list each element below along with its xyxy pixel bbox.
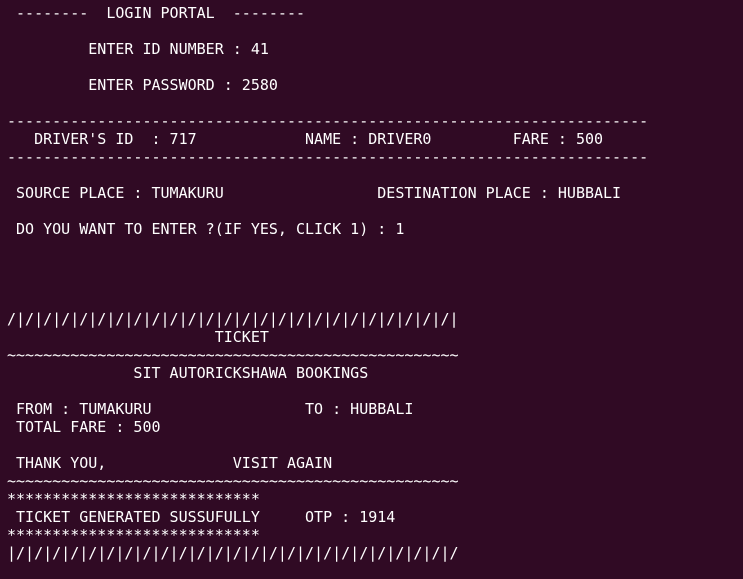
star-divider: **************************** xyxy=(7,490,260,508)
driver-divider-bottom: ----------------------------------------… xyxy=(7,148,649,166)
terminal-window[interactable]: -------- LOGIN PORTAL -------- ENTER ID … xyxy=(0,0,743,579)
ticket-route: FROM : TUMAKURU TO : HUBBALI xyxy=(7,400,414,418)
route-info-row: SOURCE PLACE : TUMAKURU DESTINATION PLAC… xyxy=(7,184,622,202)
ticket-wave-divider: ~~~~~~~~~~~~~~~~~~~~~~~~~~~~~~~~~~~~~~~~… xyxy=(7,346,459,364)
id-number-prompt: ENTER ID NUMBER : 41 xyxy=(7,40,269,58)
confirm-prompt: DO YOU WANT TO ENTER ?(IF YES, CLICK 1) … xyxy=(7,220,405,238)
ticket-border-top: /|/|/|/|/|/|/|/|/|/|/|/|/|/|/|/|/|/|/|/|… xyxy=(7,310,459,328)
ticket-wave-divider: ~~~~~~~~~~~~~~~~~~~~~~~~~~~~~~~~~~~~~~~~… xyxy=(7,472,459,490)
star-divider: **************************** xyxy=(7,526,260,544)
ticket-title: TICKET xyxy=(7,328,269,346)
login-portal-header: -------- LOGIN PORTAL -------- xyxy=(7,4,306,22)
driver-info-row: DRIVER'S ID : 717 NAME : DRIVER0 FARE : … xyxy=(7,130,604,148)
ticket-company-name: SIT AUTORICKSHAWA BOOKINGS xyxy=(7,364,369,382)
password-prompt: ENTER PASSWORD : 2580 xyxy=(7,76,278,94)
ticket-border-bottom: |/|/|/|/|/|/|/|/|/|/|/|/|/|/|/|/|/|/|/|/… xyxy=(7,544,459,562)
ticket-total-fare: TOTAL FARE : 500 xyxy=(7,418,161,436)
ticket-thank-you: THANK YOU, VISIT AGAIN xyxy=(7,454,333,472)
driver-divider-top: ----------------------------------------… xyxy=(7,112,649,130)
ticket-otp-row: TICKET GENERATED SUSSUFULLY OTP : 1914 xyxy=(7,508,396,526)
